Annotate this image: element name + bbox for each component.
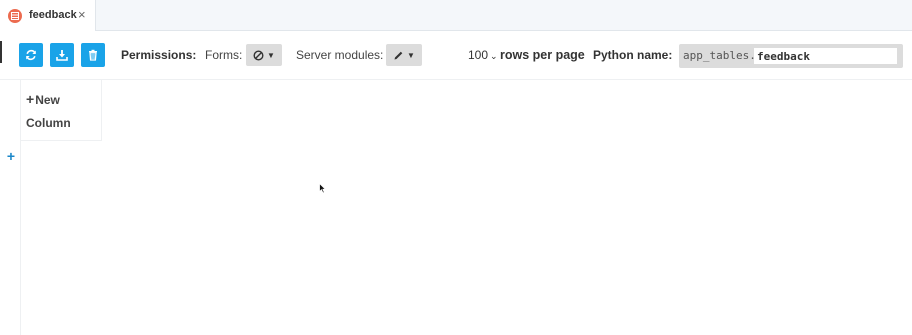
server-modules-label: Server modules:: [296, 48, 384, 62]
new-column-label-2: Column: [26, 116, 71, 130]
toolbar: Permissions: Forms: ▼ Server modules: ▼ …: [0, 31, 912, 80]
forms-permission-dropdown[interactable]: ▼: [246, 44, 282, 66]
chevron-down-icon: ⌄: [490, 51, 498, 61]
forms-label: Forms:: [205, 48, 243, 62]
python-name-field: app_tables.: [679, 44, 903, 68]
tab-bar: feedback ×: [0, 0, 912, 31]
python-name-input[interactable]: [754, 48, 897, 64]
trash-icon: [89, 49, 97, 61]
plus-icon: +: [26, 91, 35, 107]
pencil-icon: [394, 51, 403, 59]
delete-button[interactable]: [81, 43, 105, 67]
mouse-cursor-icon: [319, 183, 327, 194]
chevron-down-icon: ▼: [267, 50, 275, 60]
no-access-icon: [253, 49, 264, 61]
python-name-label: Python name:: [593, 48, 673, 62]
download-button[interactable]: [50, 43, 74, 67]
table-icon: [8, 9, 22, 23]
permissions-label: Permissions:: [121, 48, 197, 62]
refresh-icon: [26, 49, 36, 61]
new-column-label-1: New: [35, 93, 60, 107]
download-icon: [56, 50, 68, 61]
rows-value: 100: [468, 48, 489, 62]
new-column-button[interactable]: +New Column: [20, 80, 102, 141]
row-gutter: [0, 80, 21, 335]
server-modules-permission-dropdown[interactable]: ▼: [386, 44, 422, 66]
tab-feedback[interactable]: feedback ×: [0, 0, 96, 31]
chevron-down-icon: ▼: [407, 50, 415, 60]
close-icon[interactable]: ×: [78, 7, 86, 23]
rows-per-page-label: rows per page: [500, 48, 585, 62]
refresh-button[interactable]: [19, 43, 43, 67]
tab-label: feedback: [29, 9, 77, 21]
rows-per-page-select[interactable]: 100 ⌄: [468, 48, 498, 62]
python-name-prefix: app_tables.: [683, 49, 756, 62]
add-row-button[interactable]: +: [2, 146, 20, 166]
